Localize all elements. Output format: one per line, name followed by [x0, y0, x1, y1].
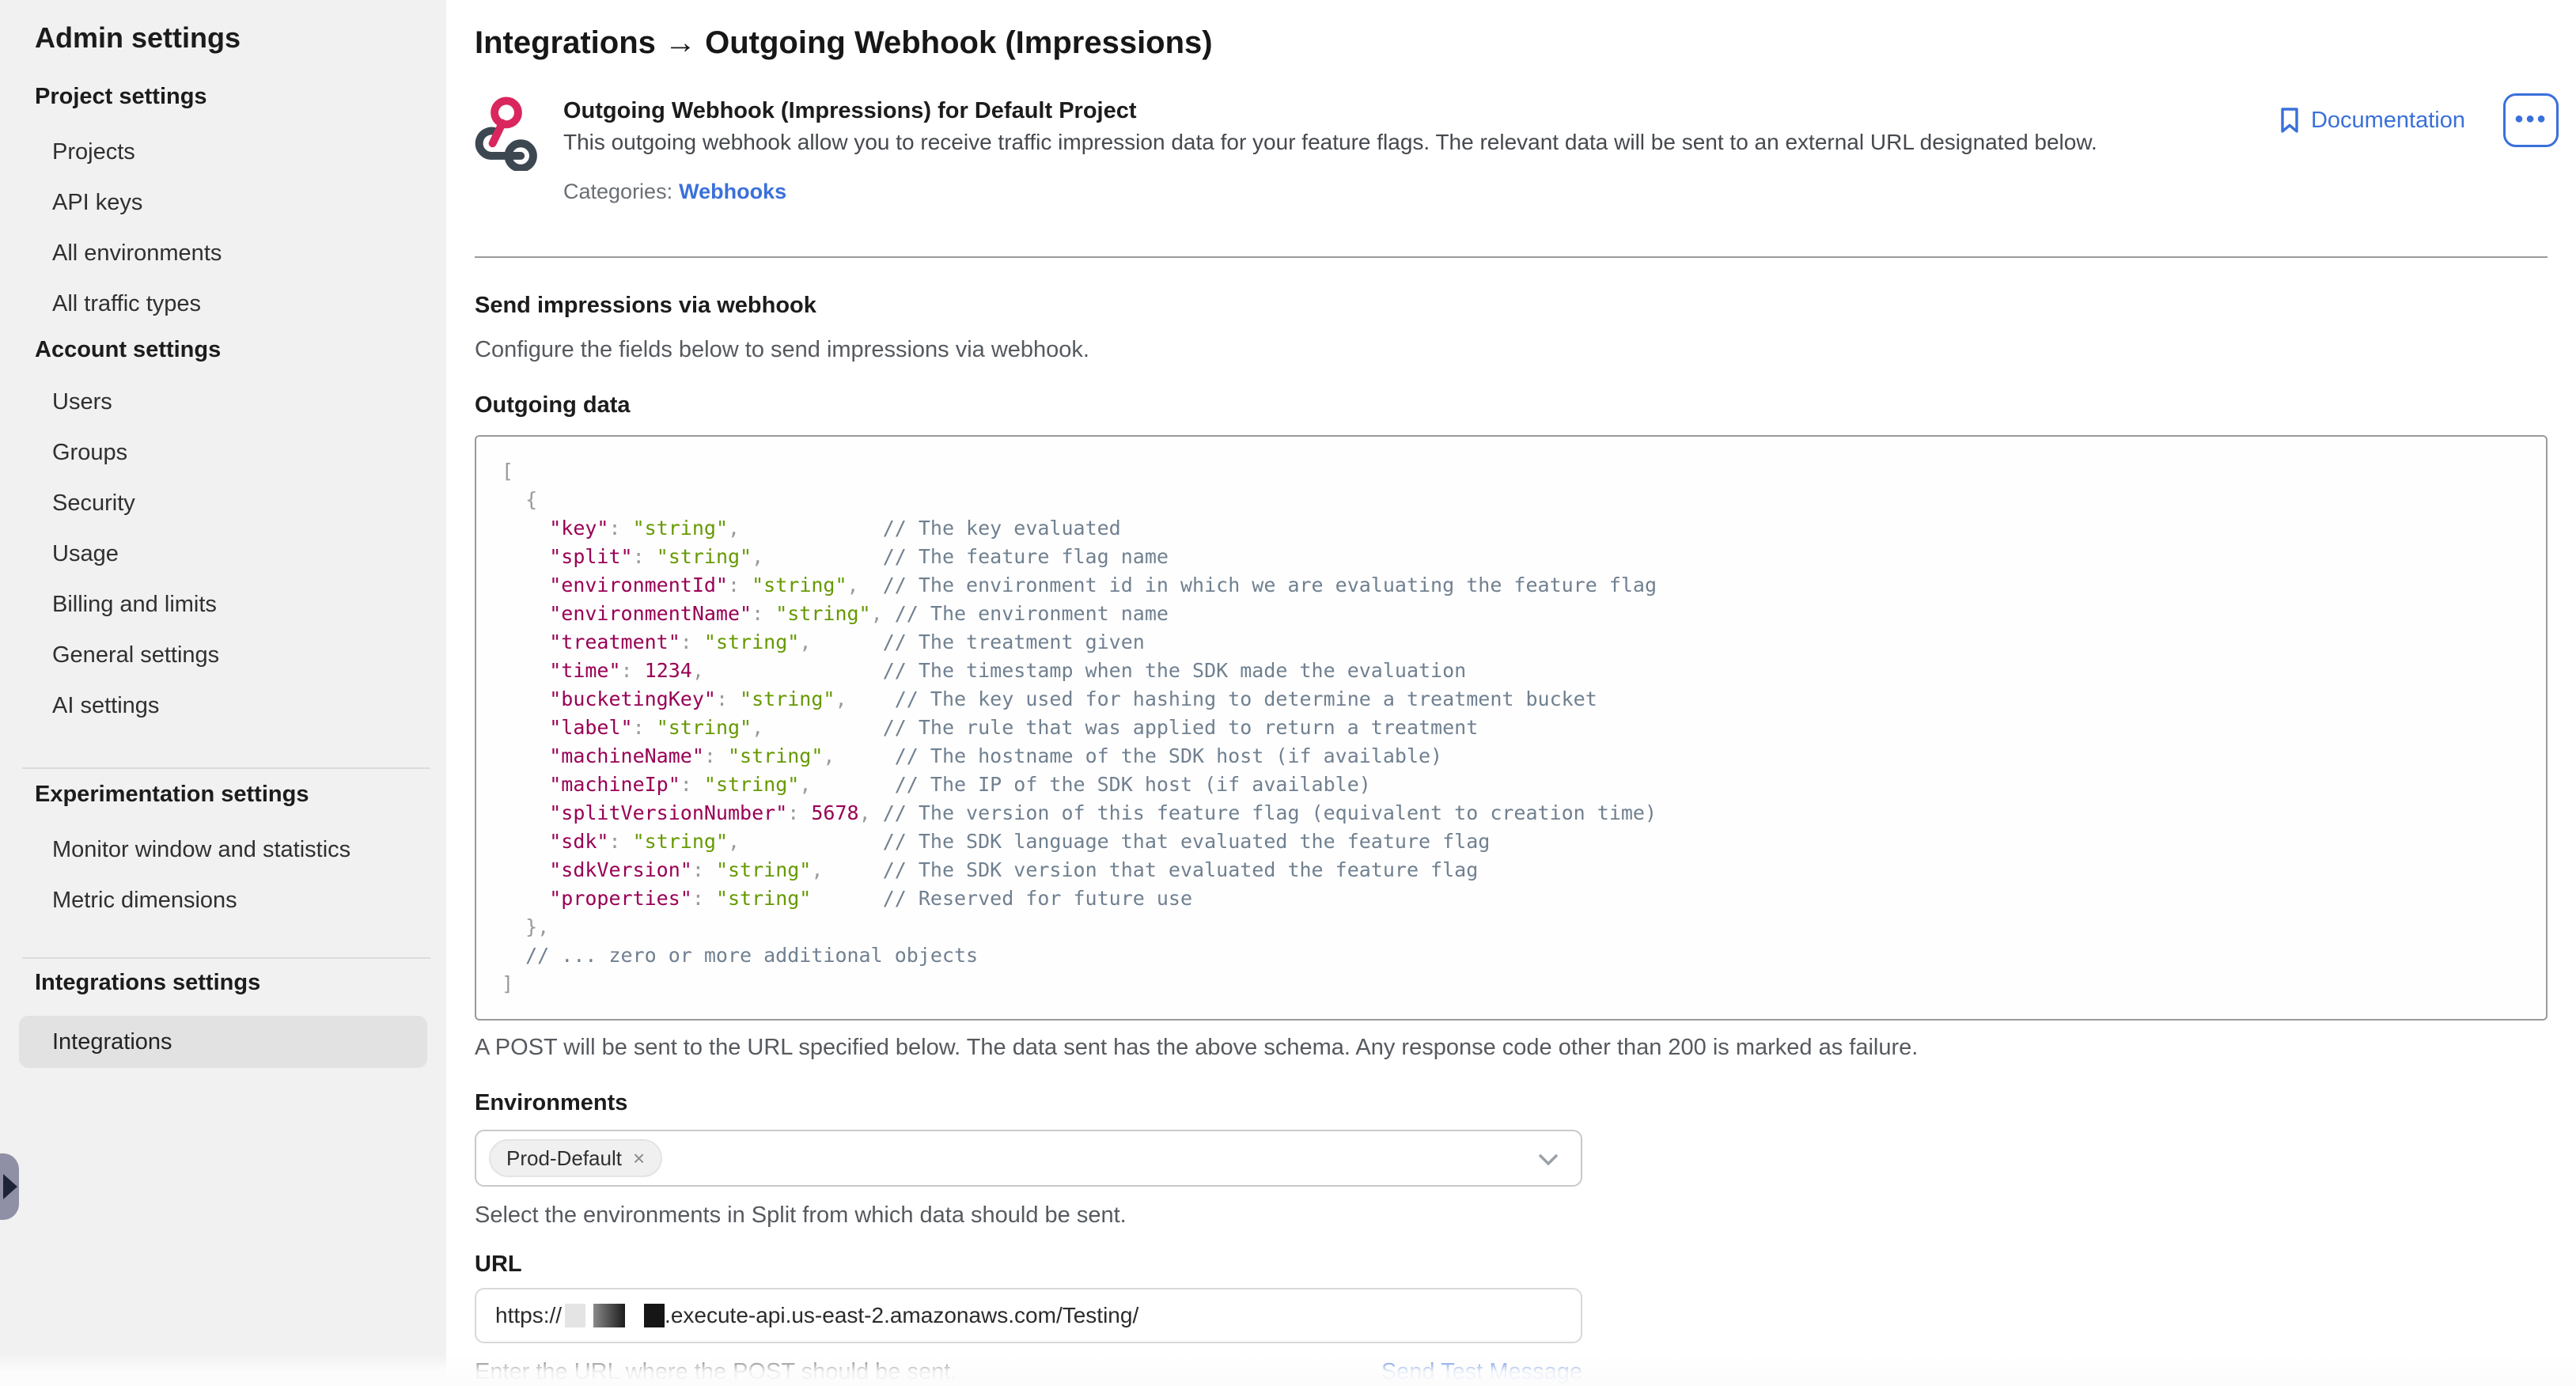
sidebar-item-ai-settings[interactable]: AI settings: [0, 680, 446, 731]
redaction-block: [593, 1304, 625, 1327]
environments-help: Select the environments in Split from wh…: [475, 1199, 2548, 1231]
page: Admin settings Project settings Projects…: [0, 0, 2576, 1386]
environment-tag-label: Prod-Default: [506, 1146, 622, 1171]
sidebar-item-groups[interactable]: Groups: [0, 427, 446, 478]
url-value-suffix: .execute-api.us-east-2.amazonaws.com/Tes…: [665, 1303, 1138, 1328]
url-footer-row: Enter the URL where the POST should be s…: [475, 1356, 1582, 1386]
url-label: URL: [475, 1248, 2548, 1280]
sidebar-item-monitor-window[interactable]: Monitor window and statistics: [0, 824, 446, 875]
sidebar-title: Admin settings: [0, 19, 446, 57]
sidebar-divider: [22, 957, 430, 959]
categories-label: Categories:: [563, 180, 672, 203]
sidebar-item-api-keys[interactable]: API keys: [0, 177, 446, 228]
sidebar-section-experimentation-settings: Experimentation settings: [0, 774, 446, 815]
sidebar-item-users[interactable]: Users: [0, 377, 446, 427]
outgoing-data-schema: [ { "key": "string", // The key evaluate…: [475, 435, 2548, 1021]
sidebar-section-account-settings: Account settings: [0, 329, 446, 370]
environment-tag: Prod-Default ×: [489, 1139, 662, 1177]
environments-label: Environments: [475, 1087, 2548, 1119]
sidebar-expand-handle[interactable]: [0, 1153, 19, 1220]
url-help: Enter the URL where the POST should be s…: [475, 1356, 957, 1386]
redaction-block: [644, 1304, 665, 1327]
sidebar-section-project-settings: Project settings: [0, 76, 446, 117]
header-divider: [475, 256, 2548, 258]
integration-description: This outgoing webhook allow you to recei…: [563, 127, 2097, 158]
documentation-label: Documentation: [2311, 108, 2465, 134]
sidebar-item-projects[interactable]: Projects: [0, 127, 446, 177]
caret-right-icon: [3, 1174, 17, 1199]
sidebar-divider: [22, 767, 430, 769]
sidebar-item-integrations[interactable]: Integrations: [19, 1016, 427, 1068]
more-options-button[interactable]: ●●●: [2503, 93, 2559, 147]
sidebar-item-billing-and-limits[interactable]: Billing and limits: [0, 579, 446, 630]
main-content: Integrations → Outgoing Webhook (Impress…: [446, 0, 2576, 1386]
sidebar-item-general-settings[interactable]: General settings: [0, 630, 446, 680]
sidebar-item-all-traffic-types[interactable]: All traffic types: [0, 278, 446, 329]
sidebar-item-security[interactable]: Security: [0, 478, 446, 528]
chevron-down-icon: [1538, 1153, 1559, 1166]
webhook-logo-icon: [475, 95, 538, 171]
environments-select[interactable]: Prod-Default ×: [475, 1130, 1582, 1187]
sidebar-section-integrations-settings: Integrations settings: [0, 962, 446, 1003]
outgoing-data-label: Outgoing data: [475, 389, 2548, 421]
url-value-prefix: https://: [495, 1303, 562, 1328]
integration-name: Outgoing Webhook (Impressions) for Defau…: [563, 95, 2097, 127]
post-note: A POST will be sent to the URL specified…: [475, 1032, 2548, 1063]
documentation-link[interactable]: Documentation: [2278, 107, 2465, 134]
tag-remove-icon[interactable]: ×: [633, 1148, 645, 1168]
url-input[interactable]: https:// .execute-api.us-east-2.amazonaws…: [475, 1288, 1582, 1343]
bookmark-icon: [2278, 107, 2301, 134]
integration-header: Outgoing Webhook (Impressions) for Defau…: [475, 95, 2548, 207]
breadcrumb: Integrations → Outgoing Webhook (Impress…: [475, 22, 2548, 63]
sidebar-item-all-environments[interactable]: All environments: [0, 228, 446, 278]
category-link-webhooks[interactable]: Webhooks: [679, 180, 786, 203]
section-subtitle: Configure the fields below to send impre…: [475, 334, 2548, 365]
sidebar-item-usage[interactable]: Usage: [0, 528, 446, 579]
section-title: Send impressions via webhook: [475, 290, 2548, 321]
sidebar-item-metric-dimensions[interactable]: Metric dimensions: [0, 875, 446, 926]
redaction-gap: [625, 1304, 644, 1327]
redaction-block: [565, 1304, 585, 1327]
header-actions: Documentation ●●●: [2278, 93, 2559, 147]
integration-categories: Categories: Webhooks: [563, 176, 2097, 207]
send-test-message-link[interactable]: Send Test Message: [1381, 1359, 1582, 1385]
sidebar: Admin settings Project settings Projects…: [0, 0, 446, 1386]
